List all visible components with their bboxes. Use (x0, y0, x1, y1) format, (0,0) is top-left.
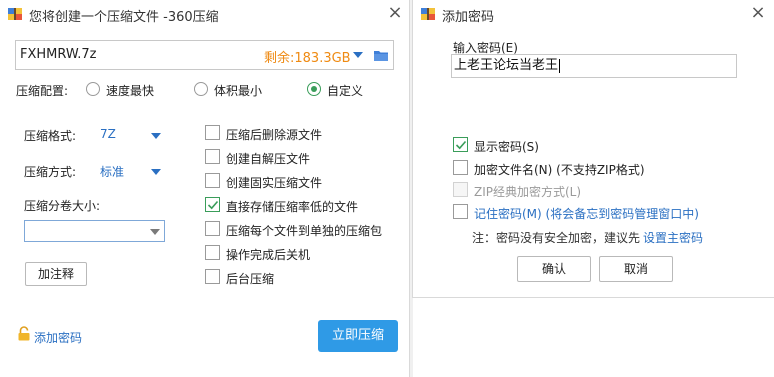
split-size-label: 压缩分卷大小: (24, 199, 101, 213)
checkbox-encrypt-filenames-label[interactable]: 加密文件名(N) (不支持ZIP格式) (474, 161, 645, 178)
config-label: 压缩配置: (16, 84, 69, 98)
radio-fastest[interactable] (86, 82, 100, 96)
file-name-value[interactable]: FXHMRW.7z (20, 47, 96, 62)
checkbox-self-extract[interactable] (205, 149, 220, 164)
radio-smallest[interactable] (194, 82, 208, 96)
format-select[interactable]: 7Z (100, 127, 116, 141)
360zip-app-icon (421, 8, 435, 20)
close-icon[interactable]: × (384, 2, 406, 24)
folder-icon[interactable] (373, 49, 389, 62)
checkbox-store-low-ratio[interactable] (205, 197, 220, 212)
window-title: 添加密码 (442, 10, 495, 25)
method-select[interactable]: 标准 (100, 163, 124, 180)
checkbox-remember-password-label[interactable]: 记住密码(M) (将会备忘到密码管理窗口中) (474, 205, 699, 222)
add-password-dialog: 添加密码 × 输入密码(E) 上老王论坛当老王 显示密码(S) 加密文件名(N)… (412, 0, 774, 298)
chevron-down-icon[interactable] (151, 169, 161, 175)
chevron-down-icon[interactable] (150, 229, 160, 235)
checkbox-delete-source-label[interactable]: 压缩后删除源文件 (226, 126, 322, 143)
radio-custom[interactable] (307, 82, 321, 96)
checkbox-remember-password[interactable] (453, 204, 468, 219)
format-label: 压缩格式: (24, 129, 77, 143)
compress-dialog: 您将创建一个压缩文件 -360压缩 × FXHMRW.7z 剩余:183.3GB… (0, 0, 410, 377)
chevron-down-icon[interactable] (151, 133, 161, 139)
cancel-button[interactable]: 取消 (599, 256, 673, 282)
chevron-down-icon[interactable] (353, 52, 363, 58)
title-bar: 添加密码 × (413, 0, 774, 28)
add-password-link[interactable]: 添加密码 (34, 329, 82, 346)
checkbox-show-password[interactable] (453, 137, 468, 152)
checkmark-icon (207, 200, 219, 210)
password-input[interactable]: 上老王论坛当老王 (451, 54, 737, 78)
close-icon[interactable]: × (747, 2, 769, 24)
checkbox-show-password-label[interactable]: 显示密码(S) (474, 138, 539, 155)
radio-smallest-label[interactable]: 体积最小 (214, 82, 262, 99)
set-master-password-link[interactable]: 设置主密码 (643, 229, 703, 246)
checkbox-solid-archive[interactable] (205, 173, 220, 188)
text-caret (559, 58, 561, 73)
radio-custom-label[interactable]: 自定义 (327, 82, 363, 99)
checkmark-icon (455, 140, 467, 150)
checkbox-zip-classic (453, 182, 468, 197)
split-size-combo[interactable] (24, 220, 165, 242)
password-value[interactable]: 上老王论坛当老王 (454, 58, 558, 73)
checkbox-separate-archives-label[interactable]: 压缩每个文件到单独的压缩包 (226, 222, 382, 239)
checkbox-background-label[interactable]: 后台压缩 (226, 270, 274, 287)
checkbox-shutdown-label[interactable]: 操作完成后关机 (226, 246, 310, 263)
window-title: 您将创建一个压缩文件 -360压缩 (29, 10, 219, 25)
method-label: 压缩方式: (24, 165, 77, 179)
radio-fastest-label[interactable]: 速度最快 (106, 82, 154, 99)
file-name-field[interactable]: FXHMRW.7z 剩余:183.3GB (15, 40, 394, 70)
checkbox-delete-source[interactable] (205, 125, 220, 140)
free-space-label: 剩余:183.3GB (264, 51, 351, 66)
checkbox-self-extract-label[interactable]: 创建自解压文件 (226, 150, 310, 167)
checkbox-solid-archive-label[interactable]: 创建固实压缩文件 (226, 174, 322, 191)
checkbox-encrypt-filenames[interactable] (453, 160, 468, 175)
360zip-app-icon (8, 8, 22, 20)
title-bar: 您将创建一个压缩文件 -360压缩 × (0, 0, 409, 28)
checkbox-zip-classic-label: ZIP经典加密方式(L) (474, 185, 582, 199)
checkbox-store-low-ratio-label[interactable]: 直接存储压缩率低的文件 (226, 198, 358, 215)
add-comment-button[interactable]: 加注释 (25, 262, 87, 286)
security-note: 注：密码没有安全加密，建议先 (472, 231, 641, 245)
checkbox-shutdown[interactable] (205, 245, 220, 260)
compress-now-button[interactable]: 立即压缩 (318, 320, 398, 352)
checkbox-background[interactable] (205, 269, 220, 284)
checkbox-separate-archives[interactable] (205, 221, 220, 236)
lock-icon[interactable] (17, 326, 31, 341)
confirm-button[interactable]: 确认 (517, 256, 591, 282)
